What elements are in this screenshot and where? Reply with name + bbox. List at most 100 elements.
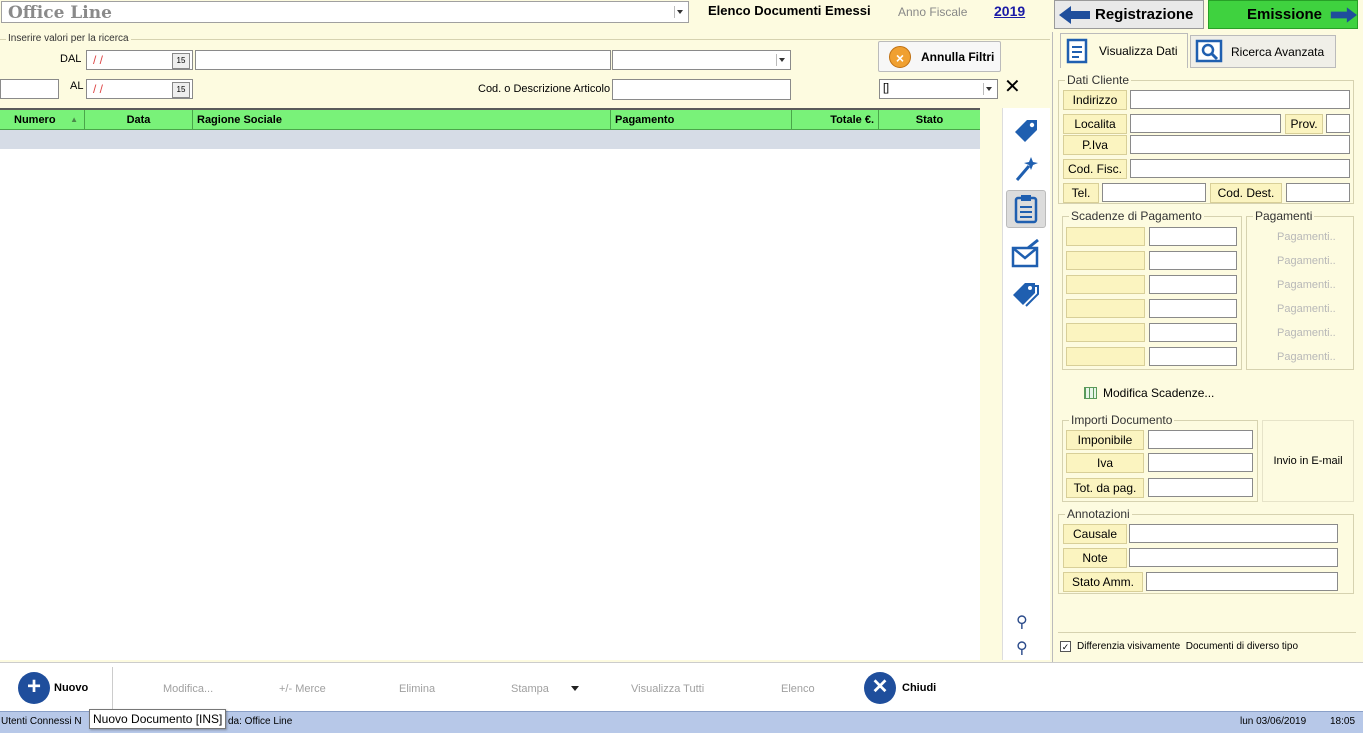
merce-button[interactable]: +/- Merce xyxy=(279,683,326,695)
col-pagamento[interactable]: Pagamento xyxy=(611,110,792,130)
totale-label: Tot. da pag. xyxy=(1066,478,1144,498)
visualizza-tutti-button[interactable]: Visualizza Tutti xyxy=(631,683,704,695)
stato-amm-field[interactable] xyxy=(1146,572,1338,591)
importi-title: Importi Documento xyxy=(1069,413,1175,427)
mail-edit-icon[interactable] xyxy=(1006,234,1046,272)
sort-icon: ▲ xyxy=(70,115,78,124)
tags-icon[interactable] xyxy=(1006,274,1046,312)
close-icon[interactable]: ✕ xyxy=(1004,76,1021,98)
scadenza-date-2[interactable] xyxy=(1066,251,1145,270)
pagamento-placeholder-2[interactable]: Pagamenti.. xyxy=(1277,255,1353,267)
scadenza-date-6[interactable] xyxy=(1066,347,1145,366)
differenzia-checkbox[interactable]: ✓ xyxy=(1060,640,1071,652)
codfisc-field[interactable] xyxy=(1130,159,1350,178)
modifica-scadenze-label: Modifica Scadenze... xyxy=(1103,386,1215,400)
scadenza-amount-5[interactable] xyxy=(1149,323,1237,342)
clear-filters-button[interactable]: × Annulla Filtri xyxy=(878,41,1001,72)
article-input[interactable] xyxy=(612,79,791,100)
plus-icon: + xyxy=(18,672,50,704)
localita-field[interactable] xyxy=(1130,114,1281,133)
tab-visualizza-dati[interactable]: Visualizza Dati xyxy=(1060,33,1188,68)
codfisc-label: Cod. Fisc. xyxy=(1063,159,1127,179)
elimina-button[interactable]: Elimina xyxy=(399,683,435,695)
dal-label: DAL xyxy=(60,53,82,65)
scadenza-amount-6[interactable] xyxy=(1149,347,1237,366)
scadenza-date-1[interactable] xyxy=(1066,227,1145,246)
scadenza-amount-4[interactable] xyxy=(1149,299,1237,318)
imponibile-field[interactable] xyxy=(1148,430,1253,449)
registrazione-label: Registrazione xyxy=(1095,6,1194,23)
col-stato[interactable]: Stato xyxy=(879,110,980,130)
differenzia-checkbox-row[interactable]: ✓ Differenzia visivamente Documenti di d… xyxy=(1058,632,1356,659)
tel-field[interactable] xyxy=(1102,183,1206,202)
prov-label: Prov. xyxy=(1285,114,1323,134)
scadenza-amount-1[interactable] xyxy=(1149,227,1237,246)
table-header: Numero ▲ Data Ragione Sociale Pagamento T… xyxy=(0,110,980,130)
col-data[interactable]: Data xyxy=(85,110,193,130)
scadenza-amount-2[interactable] xyxy=(1149,251,1237,270)
chevron-down-icon[interactable] xyxy=(674,6,686,18)
coddest-label: Cod. Dest. xyxy=(1210,183,1282,203)
elenco-button[interactable]: Elenco xyxy=(781,683,815,695)
pagamento-placeholder-1[interactable]: Pagamenti.. xyxy=(1277,231,1353,243)
stampa-button[interactable]: Stampa xyxy=(511,683,549,695)
scadenza-date-3[interactable] xyxy=(1066,275,1145,294)
stato-amm-label: Stato Amm. xyxy=(1063,572,1143,592)
pagamento-placeholder-4[interactable]: Pagamenti.. xyxy=(1277,303,1353,315)
nuovo-button[interactable]: + Nuovo xyxy=(18,667,113,709)
fiscal-year-label: Anno Fiscale xyxy=(898,5,968,19)
indirizzo-field[interactable] xyxy=(1130,90,1350,109)
col-numero[interactable]: Numero ▲ xyxy=(0,110,85,130)
col-totale[interactable]: Totale €. xyxy=(792,110,879,130)
tooltip-text: Nuovo Documento [INS] xyxy=(93,712,223,726)
chevron-down-icon[interactable] xyxy=(983,83,995,95)
registrazione-button[interactable]: Registrazione xyxy=(1054,0,1204,29)
pagamento-placeholder-3[interactable]: Pagamenti.. xyxy=(1277,279,1353,291)
calendar-icon[interactable]: 15 xyxy=(172,53,190,69)
prov-field[interactable] xyxy=(1326,114,1350,133)
modifica-scadenze-button[interactable]: Modifica Scadenze... xyxy=(1084,386,1214,400)
totale-field[interactable] xyxy=(1148,478,1253,497)
tag-icon[interactable] xyxy=(1006,110,1046,148)
causale-label: Causale xyxy=(1063,524,1127,544)
table-row[interactable] xyxy=(0,130,980,149)
search-text-input[interactable] xyxy=(195,50,611,70)
indirizzo-label: Indirizzo xyxy=(1063,90,1127,110)
pagamento-placeholder-6[interactable]: Pagamenti.. xyxy=(1277,351,1353,363)
imponibile-label: Imponibile xyxy=(1066,430,1144,450)
fiscal-year-link[interactable]: 2019 xyxy=(994,3,1025,19)
al-date-input[interactable]: / / 15 xyxy=(86,79,193,99)
scadenze-title: Scadenze di Pagamento xyxy=(1069,209,1204,223)
chevron-down-icon[interactable] xyxy=(776,54,788,66)
dati-cliente-title: Dati Cliente xyxy=(1065,73,1132,87)
modifica-button[interactable]: Modifica... xyxy=(163,683,213,695)
causale-field[interactable] xyxy=(1129,524,1338,543)
iva-field[interactable] xyxy=(1148,453,1253,472)
emissione-button[interactable]: Emissione xyxy=(1208,0,1358,29)
emissione-label: Emissione xyxy=(1247,6,1323,23)
pagamento-placeholder-5[interactable]: Pagamenti.. xyxy=(1277,327,1353,339)
stampa-dropdown-icon[interactable] xyxy=(571,686,579,691)
chiudi-button[interactable]: ✕ Chiudi xyxy=(864,672,936,704)
status-users: Utenti Connessi N xyxy=(1,716,82,727)
coddest-field[interactable] xyxy=(1286,183,1350,202)
dal-date-input[interactable]: / / 15 xyxy=(86,50,193,70)
scadenza-date-5[interactable] xyxy=(1066,323,1145,342)
filter-select[interactable] xyxy=(612,50,791,70)
app-title-combo[interactable]: Office Line xyxy=(1,1,689,23)
scadenza-date-4[interactable] xyxy=(1066,299,1145,318)
scadenza-amount-3[interactable] xyxy=(1149,275,1237,294)
bracket-select[interactable]: [] xyxy=(879,79,998,99)
small-input[interactable] xyxy=(0,79,59,99)
email-button[interactable]: Invio in E-mail xyxy=(1262,420,1354,502)
clipboard-icon[interactable] xyxy=(1006,190,1046,228)
col-ragione-sociale[interactable]: Ragione Sociale xyxy=(193,110,611,130)
magic-wand-icon[interactable] xyxy=(1006,150,1046,188)
note-field[interactable] xyxy=(1129,548,1338,567)
tab-ricerca-avanzata[interactable]: Ricerca Avanzata xyxy=(1190,35,1336,68)
differenzia-label: Differenzia visivamente Documenti di div… xyxy=(1077,640,1299,652)
piva-field[interactable] xyxy=(1130,135,1350,154)
zoom-icon[interactable]: ⚲ xyxy=(1016,612,1028,632)
zoom-user-icon[interactable]: ⚲ xyxy=(1016,638,1028,658)
calendar-icon[interactable]: 15 xyxy=(172,82,190,98)
